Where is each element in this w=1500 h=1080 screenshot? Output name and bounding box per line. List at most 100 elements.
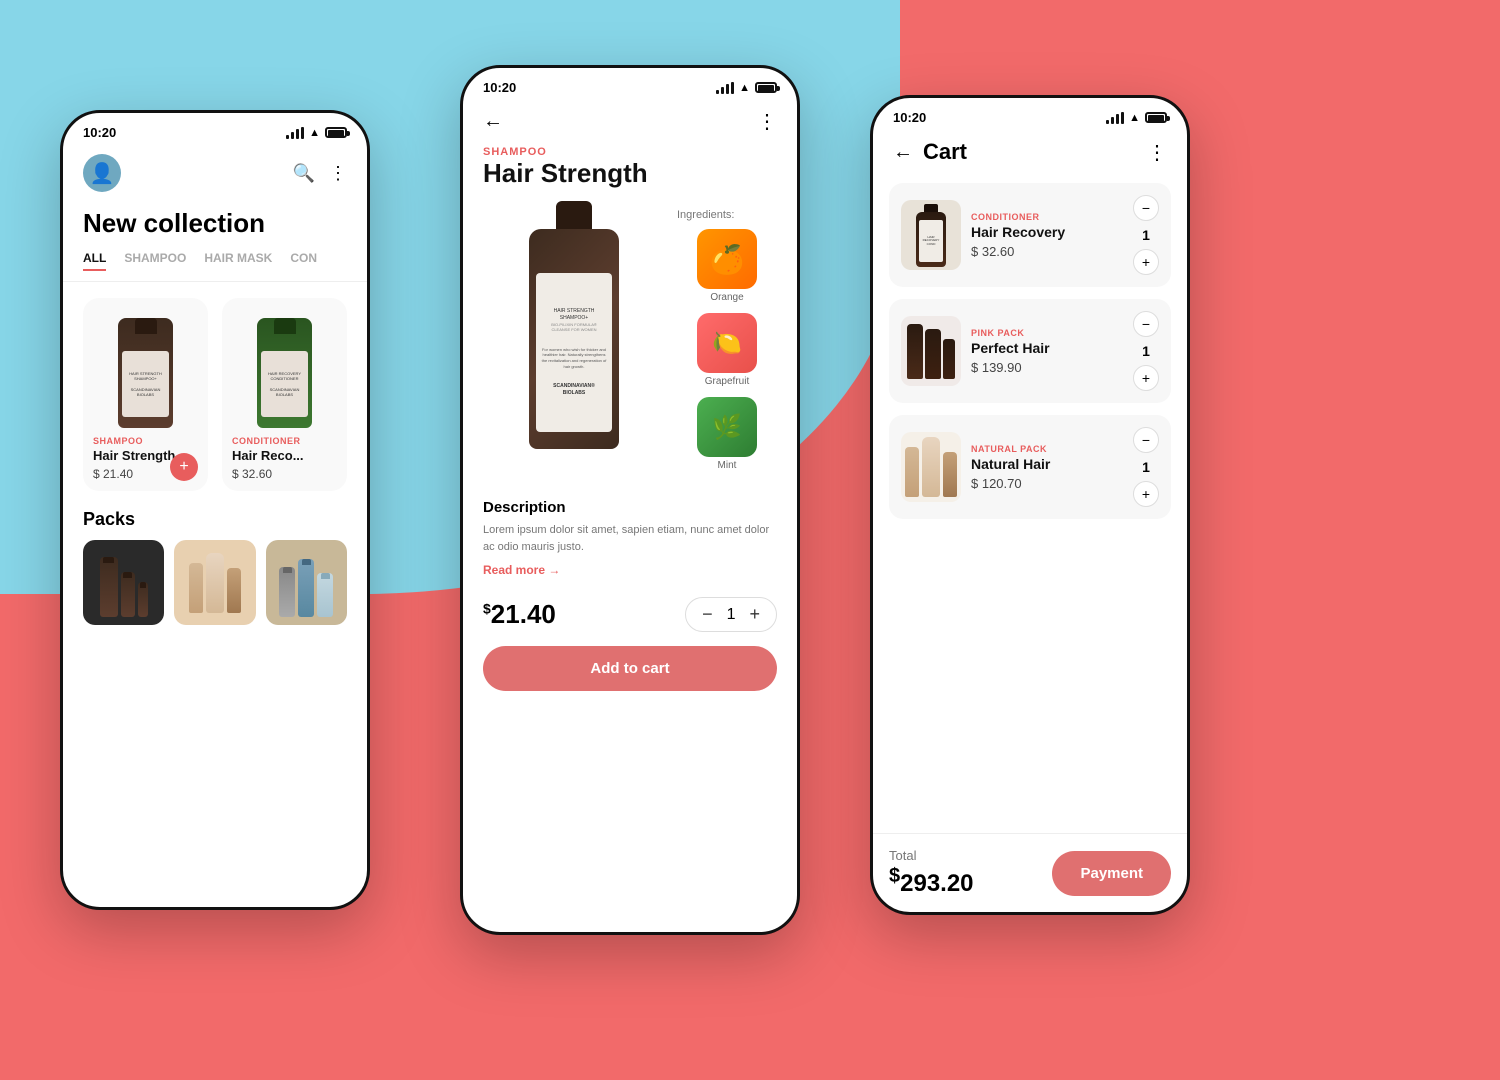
add-to-cart-button[interactable]: Add to cart [483, 646, 777, 691]
mint-name: Mint [718, 460, 737, 471]
tab-hairmask[interactable]: HAIR MASK [204, 251, 272, 271]
product-img-shampoo: HAIR STRENGTHSHAMPOO+SCANDINAVIANBIOLABS [83, 298, 208, 428]
tabs-row: ALL SHAMPOO HAIR MASK CON [63, 251, 367, 282]
ingredients-column: Ingredients: 🍊 Orange 🍋 Grapefruit 🌿 Min… [677, 209, 777, 481]
packs-row [63, 540, 367, 625]
battery-3 [1145, 112, 1167, 123]
cart-qty-1: − 1 + [1133, 195, 1159, 275]
cart-item-name-3: Natural Hair [971, 456, 1123, 472]
total-value: 293.20 [900, 870, 973, 897]
cart-item-info-3: NATURAL PACK Natural Hair $ 120.70 [971, 444, 1123, 491]
cart-item-name-2: Perfect Hair [971, 340, 1123, 356]
cart-items-list: HAIRRECOVERYCOND CONDITIONER Hair Recove… [873, 177, 1187, 537]
total-section: Total $293.20 [889, 848, 974, 898]
phone-collection: 10:20 ▲ 👤 🔍 ⋮ New collection ALL SHAMPOO… [60, 110, 370, 910]
product-price-2: $ 32.60 [232, 467, 337, 481]
top-bar: 👤 🔍 ⋮ [63, 146, 367, 204]
product-card-shampoo[interactable]: HAIR STRENGTHSHAMPOO+SCANDINAVIANBIOLABS… [83, 298, 208, 491]
cart-item-info-1: CONDITIONER Hair Recovery $ 32.60 [971, 212, 1123, 259]
time-2: 10:20 [483, 80, 516, 95]
product-name-2: Hair Reco... [232, 448, 337, 463]
cart-title-row: ← Cart [893, 139, 967, 165]
cart-qty-decrease-1[interactable]: − [1133, 195, 1159, 221]
cart-qty-2: − 1 + [1133, 311, 1159, 391]
status-bar-1: 10:20 ▲ [63, 113, 367, 146]
description-text: Lorem ipsum dolor sit amet, sapien etiam… [483, 522, 777, 555]
pack-item-3[interactable] [266, 540, 347, 625]
phone-detail: 10:20 ▲ ← ⋮ SHAMPOO Hair Strength [460, 65, 800, 935]
ingredient-orange: 🍊 Orange [677, 229, 777, 303]
cart-item-info-2: PINK PACK Perfect Hair $ 139.90 [971, 328, 1123, 375]
signal-2 [716, 82, 734, 94]
add-to-cart-btn-1[interactable]: + [170, 453, 198, 481]
ingredient-mint: 🌿 Mint [677, 397, 777, 471]
read-more-link[interactable]: Read more → [483, 563, 777, 577]
status-icons-2: ▲ [716, 82, 777, 94]
status-bar-2: 10:20 ▲ [463, 68, 797, 101]
cart-item-img-3 [901, 432, 961, 502]
cart-item-price-3: $ 120.70 [971, 476, 1123, 491]
cart-back-button[interactable]: ← [893, 141, 913, 164]
quantity-value: 1 [727, 606, 736, 624]
price-bar: $21.40 − 1 + [463, 585, 797, 642]
cart-qty-decrease-3[interactable]: − [1133, 427, 1159, 453]
payment-button[interactable]: Payment [1052, 851, 1171, 896]
battery-1 [325, 127, 347, 138]
packs-section-title: Packs [63, 501, 367, 540]
tab-all[interactable]: ALL [83, 251, 106, 271]
main-product-image: HAIR STRENGTHSHAMPOO+ BIO-PILIXIN FORMUL… [483, 209, 665, 449]
price-value-detail: 21.40 [491, 599, 556, 629]
cart-item-name-1: Hair Recovery [971, 224, 1123, 240]
detail-more[interactable]: ⋮ [757, 109, 777, 134]
status-icons-1: ▲ [286, 127, 347, 139]
total-symbol: $ [889, 865, 900, 887]
grape-name: Grapefruit [705, 376, 749, 387]
cart-qty-num-1: 1 [1142, 227, 1150, 243]
cart-item-cat-3: NATURAL PACK [971, 444, 1123, 454]
cart-item-price-1: $ 32.60 [971, 244, 1123, 259]
quantity-control: − 1 + [685, 597, 777, 632]
cart-qty-num-3: 1 [1142, 459, 1150, 475]
cart-item-img-1: HAIRRECOVERYCOND [901, 200, 961, 270]
signal-1 [286, 127, 304, 139]
tab-con[interactable]: CON [290, 251, 317, 271]
cart-qty-num-2: 1 [1142, 343, 1150, 359]
cart-item-pink-pack: PINK PACK Perfect Hair $ 139.90 − 1 + [889, 299, 1171, 403]
mint-img: 🌿 [697, 397, 757, 457]
qty-increase-btn[interactable]: + [749, 604, 760, 625]
top-icons: 🔍 ⋮ [293, 163, 347, 184]
cart-more[interactable]: ⋮ [1147, 140, 1167, 165]
avatar[interactable]: 👤 [83, 154, 121, 192]
page-title: New collection [63, 204, 367, 251]
cart-item-cat-1: CONDITIONER [971, 212, 1123, 222]
pack-item-1[interactable] [83, 540, 164, 625]
product-img-conditioner: HAIR RECOVERYCONDITIONERSCANDINAVIANBIOL… [222, 298, 347, 428]
orange-name: Orange [710, 292, 743, 303]
more-icon[interactable]: ⋮ [329, 163, 347, 184]
products-grid: HAIR STRENGTHSHAMPOO+SCANDINAVIANBIOLABS… [63, 282, 367, 501]
status-bar-3: 10:20 ▲ [873, 98, 1187, 131]
cart-qty-decrease-2[interactable]: − [1133, 311, 1159, 337]
ingredients-label: Ingredients: [677, 209, 777, 221]
cart-body: HAIRRECOVERYCOND CONDITIONER Hair Recove… [873, 177, 1187, 833]
back-button[interactable]: ← [483, 110, 503, 133]
cart-item-price-2: $ 139.90 [971, 360, 1123, 375]
cart-qty-increase-2[interactable]: + [1133, 365, 1159, 391]
status-icons-3: ▲ [1106, 112, 1167, 124]
product-card-conditioner[interactable]: HAIR RECOVERYCONDITIONERSCANDINAVIANBIOL… [222, 298, 347, 491]
search-icon[interactable]: 🔍 [293, 163, 315, 184]
detail-nav: ← ⋮ [463, 101, 797, 142]
qty-decrease-btn[interactable]: − [702, 604, 713, 625]
product-category-2: CONDITIONER [232, 436, 337, 446]
pack-item-2[interactable] [174, 540, 255, 625]
cart-qty-3: − 1 + [1133, 427, 1159, 507]
cart-qty-increase-3[interactable]: + [1133, 481, 1159, 507]
phone-cart: 10:20 ▲ ← Cart ⋮ [870, 95, 1190, 915]
detail-header: SHAMPOO Hair Strength [463, 142, 797, 199]
battery-2 [755, 82, 777, 93]
tab-shampoo[interactable]: SHAMPOO [124, 251, 186, 271]
wifi-2: ▲ [739, 82, 750, 94]
cart-item-natural-pack: NATURAL PACK Natural Hair $ 120.70 − 1 + [889, 415, 1171, 519]
orange-img: 🍊 [697, 229, 757, 289]
cart-qty-increase-1[interactable]: + [1133, 249, 1159, 275]
